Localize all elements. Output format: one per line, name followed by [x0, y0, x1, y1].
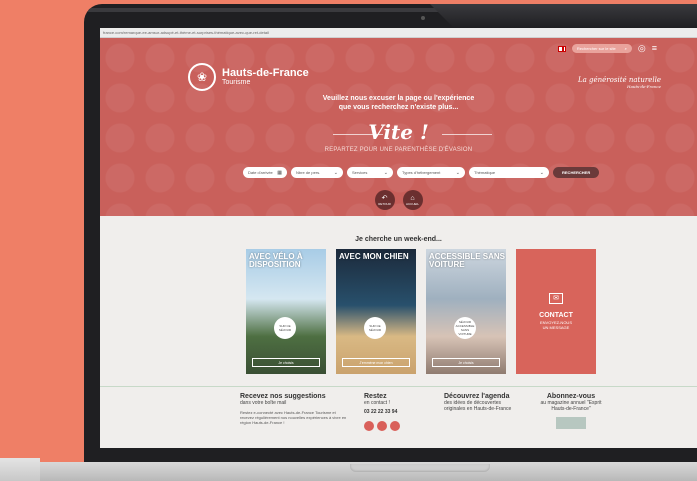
newsletter-block: Recevez nos suggestions dans votre boîte… [240, 393, 348, 431]
error-line-1: Veuillez nous excuser la page ou l'expér… [322, 95, 475, 102]
facebook-icon[interactable] [364, 421, 374, 431]
laptop-base-edge [0, 458, 40, 481]
social-links [364, 421, 428, 431]
user-icon[interactable]: ◎ [638, 44, 646, 53]
tagline: REPARTEZ POUR UNE PARENTHÈSE D'ÉVASION [324, 147, 473, 153]
card-badge: SÉJOUR ACCESSIBLE SANS VOITURE [454, 317, 476, 339]
back-label: RETOUR [378, 201, 391, 206]
error-message: Veuillez nous excuser la page ou l'expér… [100, 94, 697, 112]
footer: Recevez nos suggestions dans votre boîte… [240, 393, 606, 431]
contact-card[interactable]: ✉ CONTACT ENVOYEZ-NOUS UN MESSAGE [516, 249, 596, 374]
filter-people[interactable]: Nbre de pers. ⌄ [291, 167, 343, 178]
browser-screen: france.com/remarque-ee-amsur-adsupé-et-t… [100, 28, 697, 448]
newsletter-text: Restez e-connecté avec Hauts-de-France T… [240, 410, 347, 425]
brand-slogan: La générosité naturelle Hauts-de-France [578, 76, 661, 89]
chevron-down-icon: ⌄ [333, 169, 338, 176]
brand-sub: Tourisme [222, 78, 251, 86]
card-bike[interactable]: AVEC VÉLO À DISPOSITION SUR CE SÉJOUR Je… [246, 249, 326, 374]
hero-banner: Rechercher sur le site ⌕ ◎ ≡ ❀ Hauts-de-… [100, 38, 697, 216]
search-filters: Date d'arrivée ▦ Nbre de pers. ⌄ Service… [243, 167, 600, 178]
card-title: ACCESSIBLE SANS VOITURE [429, 252, 506, 269]
filter-people-label: Nbre de pers. [296, 170, 321, 175]
back-button[interactable]: ↶ RETOUR [374, 190, 395, 210]
slogan-text: La générosité naturelle [577, 76, 661, 84]
logo-mark-icon: ❀ [188, 63, 216, 91]
magazine-cover [556, 417, 586, 429]
magazine-block[interactable]: Abonnez-vous au magazine annuel "Esprit … [536, 393, 606, 431]
back-arrow-icon: ↶ [381, 194, 388, 202]
agenda-title: Découvrez l'agenda [444, 393, 510, 400]
filter-accommodation-label: Types d'hébergement [402, 170, 441, 175]
agenda-block[interactable]: Découvrez l'agenda des idées de découver… [444, 393, 520, 431]
divider-right [442, 134, 492, 135]
home-label: ACCUEIL [405, 201, 419, 206]
nav-circles: ↶ RETOUR ⌂ ACCUEIL [100, 190, 697, 210]
card-title: AVEC VÉLO À DISPOSITION [249, 252, 303, 269]
instagram-icon[interactable] [390, 421, 400, 431]
calendar-icon: ▦ [277, 169, 282, 176]
magazine-sub: au magazine annuel "Esprit Hauts-de-Fran… [540, 400, 602, 412]
home-icon: ⌂ [410, 194, 415, 202]
contact-sub-2: UN MESSAGE [542, 325, 570, 330]
card-title: AVEC MON CHIEN [339, 252, 409, 261]
address-bar[interactable]: france.com/remarque-ee-amsur-adsupé-et-t… [100, 28, 697, 38]
card-button[interactable]: Je choisis [252, 358, 320, 367]
card-dog[interactable]: AVEC MON CHIEN SUR CE SÉJOUR J'emmène mo… [336, 249, 416, 374]
filter-date[interactable]: Date d'arrivée ▦ [243, 167, 287, 178]
vite-heading: Vite ! [368, 120, 429, 144]
contact-block-title: Restez [364, 393, 387, 400]
newsletter-title: Recevez nos suggestions [240, 393, 326, 400]
search-button[interactable]: RECHERCHER [553, 167, 600, 178]
filter-theme[interactable]: Thématique ⌄ [469, 167, 549, 178]
header-tools: Rechercher sur le site ⌕ ◎ ≡ [557, 44, 657, 53]
search-icon[interactable]: ⌕ [625, 46, 627, 51]
twitter-icon[interactable] [377, 421, 387, 431]
slogan-sub: Hauts-de-France [627, 84, 661, 89]
bezel-glare [430, 4, 697, 28]
filter-theme-label: Thématique [474, 170, 496, 175]
week-cards: AVEC VÉLO À DISPOSITION SUR CE SÉJOUR Je… [246, 249, 596, 374]
agenda-sub: des idées de découvertes originales en H… [444, 400, 512, 412]
phone-number[interactable]: 03 22 22 33 94 [364, 410, 428, 415]
mail-icon: ✉ [549, 293, 563, 304]
contact-block: Restez en contact ! 03 22 22 33 94 [364, 393, 428, 431]
chevron-down-icon: ⌄ [383, 169, 388, 176]
contact-block-sub: en contact ! [364, 400, 390, 406]
contact-title: CONTACT [539, 312, 573, 319]
site-search[interactable]: Rechercher sur le site ⌕ [571, 44, 632, 53]
footer-divider [100, 386, 697, 387]
card-badge: SUR CE SÉJOUR [364, 317, 386, 339]
menu-icon[interactable]: ≡ [652, 44, 657, 53]
error-line-2: que vous recherchez n'existe plus... [338, 104, 459, 111]
card-badge: SUR CE SÉJOUR [274, 317, 296, 339]
laptop-notch [350, 464, 490, 472]
card-button[interactable]: Je choisis [432, 358, 500, 367]
card-no-car[interactable]: ACCESSIBLE SANS VOITURE SÉJOUR ACCESSIBL… [426, 249, 506, 374]
brand-logo[interactable]: ❀ Hauts-de-France Tourisme [188, 63, 309, 91]
newsletter-sub: dans votre boîte mail [240, 400, 287, 406]
brand-name: Hauts-de-France [222, 66, 309, 79]
chevron-down-icon: ⌄ [539, 169, 544, 176]
week-heading: Je cherche un week-end... [355, 236, 442, 243]
card-button[interactable]: J'emmène mon chien [342, 358, 410, 367]
uk-flag-icon[interactable] [557, 45, 566, 52]
filter-date-label: Date d'arrivée [248, 170, 273, 175]
filter-services[interactable]: Services ⌄ [347, 167, 393, 178]
webcam [421, 16, 425, 20]
laptop-base [0, 462, 697, 481]
magazine-title: Abonnez-vous [546, 393, 596, 400]
chevron-down-icon: ⌄ [455, 169, 460, 176]
search-placeholder: Rechercher sur le site [576, 46, 616, 51]
filter-accommodation[interactable]: Types d'hébergement ⌄ [397, 167, 465, 178]
filter-services-label: Services [352, 170, 368, 175]
home-button[interactable]: ⌂ ACCUEIL [402, 190, 423, 210]
